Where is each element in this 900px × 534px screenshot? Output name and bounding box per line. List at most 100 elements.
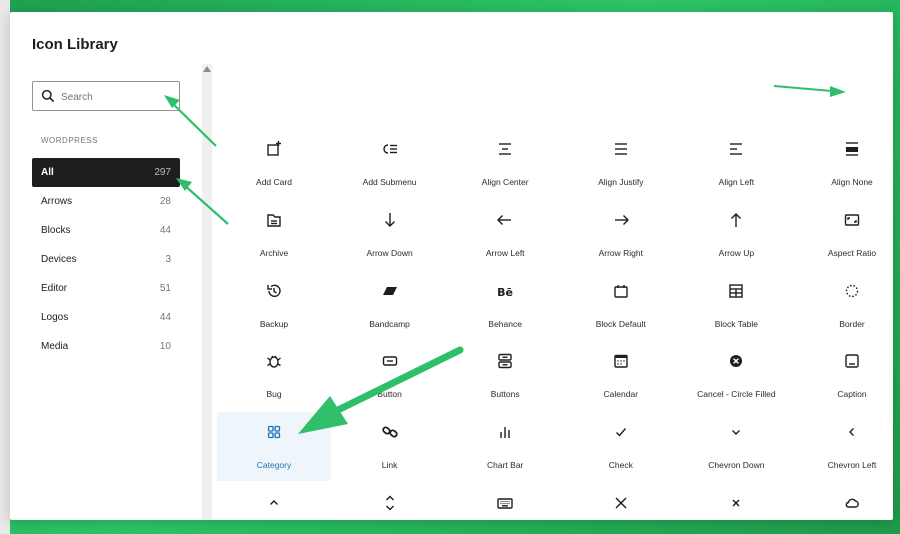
category-item-devices[interactable]: Devices 3 [32, 245, 180, 274]
icon-label: Chevron Left [827, 460, 877, 471]
icon-tile-close[interactable] [564, 483, 678, 520]
chevron-down-icon [732, 430, 741, 436]
category-label: Devices [41, 254, 77, 265]
bug-icon [267, 356, 281, 369]
keyboard-icon [497, 498, 513, 509]
background-window-edge [0, 0, 10, 534]
icon-tile-chevron-up-down[interactable] [333, 483, 447, 520]
icon-label: Backup [259, 318, 289, 329]
icon-tile-add-card[interactable]: Add Card [217, 129, 331, 198]
search-input[interactable] [59, 86, 173, 108]
icon-label: Arrow Down [366, 247, 413, 258]
chevron-left-icon [849, 428, 854, 437]
icon-label: Chevron Down [708, 460, 765, 471]
category-item-editor[interactable]: Editor 51 [32, 274, 180, 303]
icon-tile-bandcamp[interactable]: Bandcamp [333, 271, 447, 340]
icon-tile-chevron-up[interactable] [217, 483, 331, 520]
icon-label: Arrow Up [718, 247, 755, 258]
icon-label: Link [381, 460, 398, 471]
icon-tile-button[interactable]: Button [333, 341, 447, 410]
icon-tile-align-center[interactable]: Align Center [448, 129, 562, 198]
block-default-icon [614, 284, 628, 298]
icon-tile-block-table[interactable]: Block Table [679, 271, 793, 340]
backup-icon [267, 284, 281, 297]
category-label: Arrows [41, 196, 73, 207]
modal-title: Icon Library [32, 36, 118, 53]
icon-label: Align Left [718, 177, 755, 187]
icon-tile-link[interactable]: Link [333, 412, 447, 481]
icon-label: Category [256, 460, 292, 471]
icon-tile-aspect-ratio[interactable]: Aspect Ratio [795, 200, 893, 269]
icon-tile-arrow-up[interactable]: Arrow Up [679, 200, 793, 269]
icon-tile-close-small[interactable] [679, 483, 793, 520]
icon-tile-block-default[interactable]: Block Default [564, 271, 678, 340]
icon-tile-archive[interactable]: Archive [217, 200, 331, 269]
archive-icon [267, 214, 281, 227]
icon-tile-arrow-left[interactable]: Arrow Left [448, 200, 562, 269]
category-item-blocks[interactable]: Blocks 44 [32, 216, 180, 245]
icon-tile-category[interactable]: Category [217, 412, 331, 482]
icon-tile-check[interactable]: Check [564, 412, 678, 481]
search-icon [41, 89, 55, 103]
chevron-up-icon [270, 500, 278, 505]
buttons-icon [498, 354, 512, 369]
icon-tile-arrow-down[interactable]: Arrow Down [333, 200, 447, 269]
align-none-icon [846, 142, 858, 156]
section-label: WORDPRESS [41, 136, 98, 145]
icon-tile-keyboard[interactable] [448, 483, 562, 520]
caption-icon [845, 354, 859, 369]
category-item-arrows[interactable]: Arrows 28 [32, 187, 180, 216]
icon-tile-caption[interactable]: Caption [795, 341, 893, 410]
icon-label: Arrow Left [485, 247, 525, 258]
icon-label: Caption [837, 389, 867, 400]
check-icon [615, 428, 626, 437]
align-center-icon [499, 143, 512, 155]
icon-tile-chevron-left[interactable]: Chevron Left [795, 412, 893, 481]
icon-tile-align-none[interactable]: Align None [795, 129, 893, 198]
scroll-up-arrow-icon[interactable] [203, 66, 211, 72]
icon-label: Buttons [490, 389, 520, 400]
icon-tile-arrow-right[interactable]: Arrow Right [564, 200, 678, 269]
scrollbar-track[interactable] [202, 64, 212, 520]
search-box[interactable] [32, 81, 180, 111]
category-item-media[interactable]: Media 10 [32, 332, 180, 361]
icon-label: Chart Bar [487, 460, 524, 471]
icon-tile-buttons[interactable]: Buttons [448, 341, 562, 410]
close-icon [615, 497, 627, 509]
calendar-icon [614, 355, 628, 369]
icon-label: Bandcamp [369, 318, 410, 329]
chart-bar-icon [500, 427, 510, 439]
align-justify-icon [614, 143, 627, 155]
icon-label: Arrow Right [598, 247, 643, 258]
icon-label: Check [608, 460, 633, 471]
category-count: 44 [159, 312, 171, 323]
category-item-all[interactable]: All 297 [32, 158, 180, 187]
icon-tile-border[interactable]: Border [795, 271, 893, 340]
icon-tile-align-justify[interactable]: Align Justify [564, 129, 678, 198]
category-count: 44 [159, 225, 171, 236]
icon-tile-bug[interactable]: Bug [217, 341, 331, 410]
icon-tile-behance[interactable]: Bē Behance [448, 271, 562, 340]
icon-tile-align-left[interactable]: Align Left [679, 129, 793, 198]
block-table-icon [729, 283, 744, 298]
icon-tile-calendar[interactable]: Calendar [564, 341, 678, 410]
icon-label: Align Justify [598, 177, 644, 187]
icon-tile-cloud[interactable] [795, 483, 893, 520]
category-count: 3 [165, 254, 171, 265]
bandcamp-icon [382, 286, 397, 295]
icon-label: Block Default [595, 318, 646, 329]
category-item-logos[interactable]: Logos 44 [32, 303, 180, 332]
icon-tile-backup[interactable]: Backup [217, 271, 331, 340]
chevron-up-down-icon [385, 495, 394, 511]
icon-label: Align None [831, 177, 873, 187]
icon-tile-chevron-down[interactable]: Chevron Down [679, 412, 793, 481]
icon-tile-chart-bar[interactable]: Chart Bar [448, 412, 562, 481]
icon-tile-cancel-circle-filled[interactable]: Cancel - Circle Filled [679, 341, 793, 410]
category-icon [267, 426, 281, 439]
icon-tile-add-submenu[interactable]: Add Submenu [333, 129, 447, 198]
icon-label: Button [377, 389, 402, 400]
cancel-circle-filled-icon [730, 355, 743, 368]
cloud-icon [845, 498, 859, 508]
category-label: All [41, 167, 54, 178]
align-left-icon [730, 143, 743, 155]
